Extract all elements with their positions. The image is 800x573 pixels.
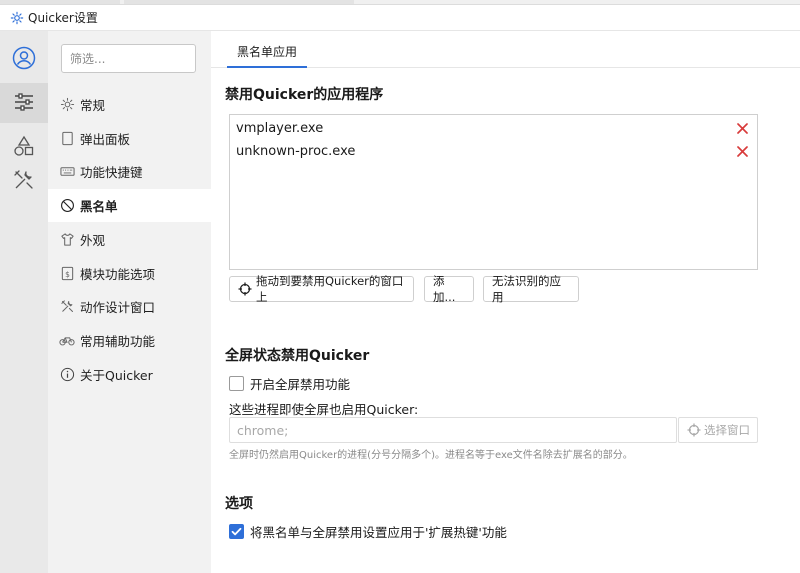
top-strip-segment [124,0,354,4]
nav-item-label: 模块功能选项 [80,267,156,282]
process-hint: 全屏时仍然启用Quicker的进程(分号分隔多个)。进程名等于exe文件名除去扩… [229,450,633,461]
nav-item-assist[interactable]: 常用辅助功能 [48,324,211,357]
tab-blacklist-apps[interactable]: 黑名单应用 [227,43,308,68]
settings-nav: 常规 弹出面板 功能快捷键 黑名单 外观 $ 模块功能选项 动作设计窗口 常用辅… [48,31,211,573]
shapes-icon [12,134,36,161]
list-item-label: vmplayer.exe [236,121,324,136]
crosshair-icon [238,282,252,296]
top-strip-segment [0,0,120,4]
remove-icon[interactable] [735,121,749,135]
blacklist-listbox[interactable]: vmplayer.exe unknown-proc.exe [229,114,758,270]
pick-window-label: 选择窗口 [704,423,750,437]
nav-item-label: 常规 [80,98,106,113]
list-item[interactable]: vmplayer.exe [230,117,757,140]
remove-icon[interactable] [735,144,749,158]
title-bar: Quicker设置 [0,5,800,31]
checkbox-box[interactable] [229,524,244,539]
nav-item-general[interactable]: 常规 [48,88,211,121]
gear-icon [10,11,24,25]
add-button-label: 添加... [433,274,456,304]
bicycle-icon [59,333,75,349]
svg-text:$: $ [65,270,70,279]
nav-item-label: 弹出面板 [80,132,131,147]
nav-item-label: 功能快捷键 [80,165,143,180]
process-input[interactable] [229,417,677,443]
add-button[interactable]: 添加... [424,274,474,304]
apply-to-hotkeys-label: 将黑名单与全屏禁用设置应用于'扩展热键'功能 [250,525,507,540]
info-icon [59,367,75,383]
tshirt-icon [59,232,75,248]
process-list-label: 这些进程即使全屏也启用Quicker: [229,402,419,417]
section-title-options: 选项 [225,496,253,512]
apply-to-hotkeys-checkbox[interactable]: 将黑名单与全屏禁用设置应用于'扩展热键'功能 [229,522,507,541]
nav-item-blacklist[interactable]: 黑名单 [48,189,211,222]
nav-item-appearance[interactable]: 外观 [48,223,211,256]
section-title-disabled-apps: 禁用Quicker的应用程序 [225,87,384,103]
section-title-fullscreen: 全屏状态禁用Quicker [225,348,370,364]
drag-to-window-button[interactable]: 拖动到要禁用Quicker的窗口上 [229,274,414,304]
keyboard-icon [59,164,75,180]
checkbox-box[interactable] [229,376,244,391]
tab-bar: 黑名单应用 [211,31,800,68]
user-circle-icon [12,46,36,73]
module-icon: $ [59,266,75,282]
nav-item-popup-panel[interactable]: 弹出面板 [48,122,211,155]
nav-item-label: 外观 [80,233,106,248]
unknown-apps-label: 无法识别的应用 [492,274,561,304]
main-content: 黑名单应用 禁用Quicker的应用程序 vmplayer.exe unknow… [211,31,800,573]
pick-window-button[interactable]: 选择窗口 [678,417,758,443]
window-title: Quicker设置 [28,11,98,25]
unknown-apps-button[interactable]: 无法识别的应用 [483,274,579,304]
nav-item-label: 动作设计窗口 [80,300,156,315]
filter-input[interactable] [61,44,196,73]
fullscreen-disable-label: 开启全屏禁用功能 [250,377,351,392]
tools-icon [12,168,36,195]
nav-item-label: 常用辅助功能 [80,334,156,349]
list-item[interactable]: unknown-proc.exe [230,140,757,163]
nav-item-action-designer[interactable]: 动作设计窗口 [48,290,211,323]
drag-to-window-label: 拖动到要禁用Quicker的窗口上 [256,274,404,304]
list-item-label: unknown-proc.exe [236,144,356,159]
panel-icon [59,131,75,147]
sliders-icon [12,90,36,117]
tools-icon [59,299,75,315]
gear-icon [59,97,75,113]
rail-account-button[interactable] [0,39,48,79]
rail-settings-button[interactable] [0,83,48,123]
nav-item-hotkeys[interactable]: 功能快捷键 [48,155,211,188]
crosshair-icon [687,423,701,437]
nav-item-label: 黑名单 [80,199,118,214]
nav-item-about[interactable]: 关于Quicker [48,358,211,391]
fullscreen-disable-checkbox[interactable]: 开启全屏禁用功能 [229,374,350,393]
rail-tools-button[interactable] [0,161,48,201]
icon-rail [0,31,48,573]
nav-item-module-options[interactable]: $ 模块功能选项 [48,257,211,290]
nav-item-label: 关于Quicker [80,368,153,383]
forbidden-icon [59,198,75,214]
